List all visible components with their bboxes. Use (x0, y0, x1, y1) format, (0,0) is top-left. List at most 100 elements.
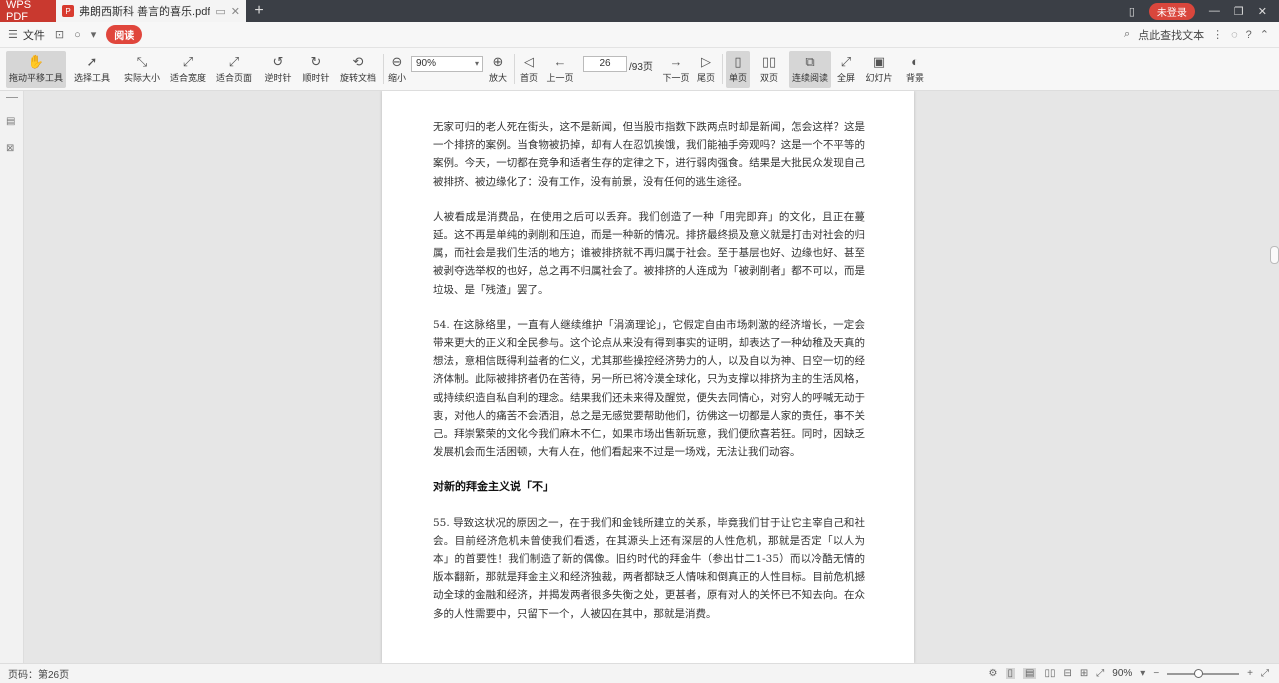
fit-width-button[interactable]: ⤢ 适合宽度 (166, 51, 210, 88)
chevron-down-icon: ▾ (474, 59, 479, 68)
left-sidebar: ▤ ⊠ (0, 91, 24, 663)
read-tab[interactable]: 阅读 (106, 25, 143, 44)
rotate-left-button[interactable]: ↺ 逆时针 (260, 51, 296, 88)
cursor-icon: ➚ (86, 54, 98, 69)
search-icon[interactable]: ⌕ (1124, 28, 1130, 41)
rotate-left-icon: ↺ (272, 54, 284, 69)
search-text-button[interactable]: 点此查找文本 (1138, 27, 1204, 43)
more-icon[interactable]: ⋮ (1212, 28, 1223, 41)
new-tab-button[interactable]: + (246, 0, 272, 22)
zoom-out-button[interactable]: ⊖ 缩小 (386, 51, 408, 88)
page-info: 页码：第26页 (8, 670, 70, 681)
background-icon: ◐ (911, 54, 919, 69)
status-zoom-value[interactable]: 90% (1112, 668, 1132, 679)
prev-page-button[interactable]: ← 上一页 (544, 51, 576, 88)
scroll-handle[interactable] (1270, 246, 1279, 264)
fit-width-icon: ⤢ (182, 54, 194, 69)
continuous-view-icon[interactable]: ▤ (1023, 668, 1037, 679)
last-page-button[interactable]: ▷ 尾页 (695, 51, 717, 88)
next-page-icon: → (669, 54, 683, 69)
slideshow-button[interactable]: ▣ 幻灯片 (862, 51, 896, 88)
close-window-icon[interactable]: ✕ (1258, 5, 1267, 18)
open-icon[interactable]: ⊡ (55, 28, 64, 41)
fullscreen-status-icon[interactable]: ⤢ (1096, 668, 1104, 679)
page-total: /93页 (629, 62, 653, 73)
hand-tool-button[interactable]: ✋ 拖动平移工具 (6, 51, 66, 88)
zoom-in-icon[interactable]: + (1247, 668, 1253, 679)
login-button[interactable]: 未登录 (1148, 2, 1195, 20)
pdf-icon: P (62, 5, 74, 17)
dropdown-icon[interactable]: ▾ (91, 28, 97, 41)
first-page-icon: ◁ (524, 54, 534, 69)
close-tab-icon[interactable]: ✕ (231, 5, 240, 18)
single-view-icon[interactable]: ▯ (1005, 668, 1016, 679)
zoom-out-icon: ⊖ (391, 54, 403, 69)
double-view-icon[interactable]: ▯▯ (1044, 668, 1055, 679)
document-viewport[interactable]: 无家可归的老人死在街头，这不是新闻，但当股市指数下跌两点时却是新闻，怎会这样？这… (24, 91, 1279, 663)
fit-width-status-icon[interactable]: ⊞ (1080, 668, 1088, 679)
separator (514, 54, 515, 84)
fullscreen-icon: ⤢ (840, 54, 852, 69)
fit-page-icon: ⤢ (228, 54, 240, 69)
file-menu[interactable]: ☰ 文件 (8, 27, 45, 43)
comment-icon[interactable]: ◌ (1231, 29, 1238, 41)
select-tool-button[interactable]: ➚ 选择工具 (70, 51, 114, 88)
thumbnail-icon[interactable]: ▤ (6, 116, 18, 128)
fullscreen-button[interactable]: ⤢ 全屏 (834, 51, 858, 88)
zoom-in-icon: ⊕ (492, 54, 504, 69)
single-page-icon: ▯ (734, 54, 742, 69)
toolbar: ✋ 拖动平移工具 ➚ 选择工具 ⤡ 实际大小 ⤢ 适合宽度 ⤢ 适合页面 ↺ 逆… (0, 48, 1279, 91)
restore-icon[interactable]: ❐ (1234, 5, 1244, 18)
menu-bar: ☰ 文件 ⊡ ○ ▾ 阅读 ⌕ 点此查找文本 ⋮ ◌ ? ⌃ (0, 22, 1279, 48)
single-page-button[interactable]: ▯ 单页 (726, 51, 750, 88)
app-tab[interactable]: WPS PDF (0, 0, 56, 23)
paragraph: 54. 在这脉络里，一直有人继续维护「涓滴理论」，它假定自由市场刺激的经济增长，… (433, 318, 865, 459)
window-controls: ▯ 未登录 — ❐ ✕ (1129, 0, 1279, 22)
zoom-slider[interactable] (1167, 668, 1240, 678)
last-page-icon: ▷ (701, 54, 711, 69)
settings-icon[interactable]: ⚙ (989, 668, 998, 679)
section-heading: 对新的拜金主义说「不」 (433, 480, 554, 494)
background-button[interactable]: ◐ 背景 (900, 51, 930, 88)
prev-page-icon: ← (553, 54, 567, 69)
phone-icon[interactable]: ▯ (1129, 5, 1135, 18)
actual-size-icon: ⤡ (136, 54, 148, 69)
rotate-doc-icon: ⟲ (352, 54, 364, 69)
minimize-icon[interactable]: — (1209, 5, 1220, 17)
separator (383, 54, 384, 84)
bookmark-icon[interactable]: ⊠ (6, 143, 18, 155)
zoom-select[interactable]: 90% ▾ (411, 56, 483, 72)
app-name: WPS PDF (6, 0, 32, 23)
document-tab[interactable]: P 弗朗西斯科 善言的喜乐.pdf ▭ ✕ (56, 0, 246, 22)
rotate-right-button[interactable]: ↻ 顺时针 (298, 51, 334, 88)
continuous-icon: ⧉ (805, 54, 815, 69)
search-area: ⌕ 点此查找文本 ⋮ ◌ ? ⌃ (1124, 27, 1279, 43)
expand-icon[interactable]: ⤢ (1261, 668, 1269, 679)
double-page-icon: ▯▯ (761, 54, 777, 69)
hand-icon: ✋ (27, 54, 45, 69)
first-page-button[interactable]: ◁ 首页 (518, 51, 540, 88)
double-page-button[interactable]: ▯▯ 双页 (754, 51, 784, 88)
status-controls: ⚙ ▯ ▤ ▯▯ ⊟ ⊞ ⤢ 90% ▾ − + ⤢ (989, 668, 1279, 679)
pin-icon[interactable]: ▭ (215, 5, 225, 18)
collapse-icon[interactable]: ⌃ (1260, 28, 1269, 41)
actual-size-button[interactable]: ⤡ 实际大小 (120, 51, 164, 88)
title-bar: WPS PDF P 弗朗西斯科 善言的喜乐.pdf ▭ ✕ + ▯ 未登录 — … (0, 0, 1279, 23)
zoom-slider-knob[interactable] (1194, 668, 1204, 678)
zoom-out-icon[interactable]: − (1153, 668, 1159, 679)
fit-icon[interactable]: ⊟ (1063, 668, 1071, 679)
page-number-input[interactable]: 26 (583, 56, 627, 72)
undo-icon[interactable]: ○ (74, 29, 81, 41)
fit-page-button[interactable]: ⤢ 适合页面 (212, 51, 256, 88)
help-icon[interactable]: ? (1246, 29, 1252, 41)
chevron-down-icon[interactable]: ▾ (1140, 668, 1145, 679)
next-page-button[interactable]: → 下一页 (660, 51, 692, 88)
status-bar: 页码：第26页 ⚙ ▯ ▤ ▯▯ ⊟ ⊞ ⤢ 90% ▾ − + ⤢ (0, 663, 1279, 683)
rotate-doc-button[interactable]: ⟲ 旋转文档 (336, 51, 380, 88)
continuous-read-button[interactable]: ⧉ 连续阅读 (789, 51, 831, 88)
divider (6, 97, 18, 98)
page-text: 无家可归的老人死在街头，这不是新闻，但当股市指数下跌两点时却是新闻，怎会这样？这… (433, 118, 865, 640)
document-tab-title: 弗朗西斯科 善言的喜乐.pdf (79, 6, 211, 18)
separator (722, 54, 723, 84)
zoom-in-button[interactable]: ⊕ 放大 (486, 51, 510, 88)
